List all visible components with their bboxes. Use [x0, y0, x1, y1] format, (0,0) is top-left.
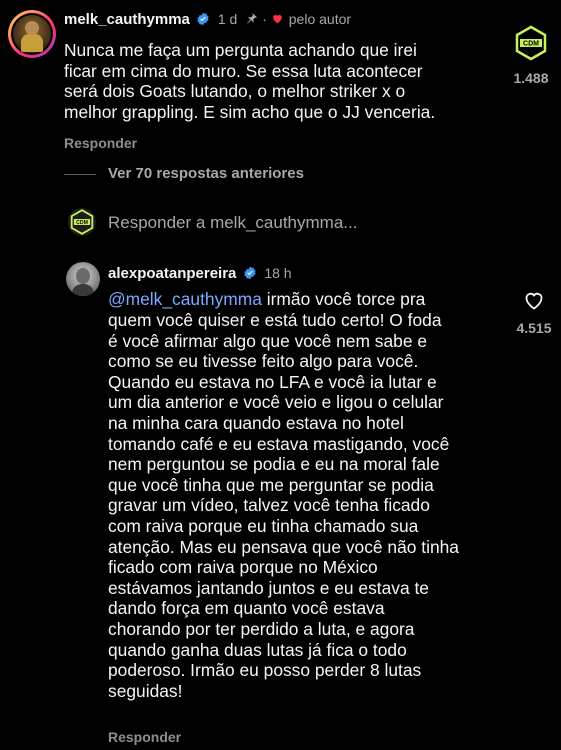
verified-badge-icon [197, 12, 210, 26]
like-count-alex: 4.515 [516, 320, 552, 336]
view-previous-replies[interactable]: Ver 70 respostas anteriores [108, 165, 304, 182]
reply-prompt-input[interactable]: Responder a melk_cauthymma... [108, 213, 357, 233]
reply-button-alex[interactable]: Responder [108, 729, 181, 745]
cdm-logo-small-icon: CDM [70, 209, 94, 235]
mention-link[interactable]: @melk_cauthymma [108, 289, 262, 309]
heart-filled-icon [273, 14, 283, 24]
avatar-melk[interactable] [8, 10, 56, 58]
heart-outline-icon[interactable] [522, 288, 546, 312]
comment-text-alex: quem você quiser e está tudo certo! O fo… [108, 310, 459, 701]
comment-first-line-alex: @melk_cauthymma irmão você torce pra [108, 289, 508, 310]
cdm-logo-icon[interactable]: CDM [512, 24, 550, 62]
comment-time-melk: 1 d [217, 11, 238, 27]
comment-header-alex: alexpoatanpereira 18 h [108, 265, 292, 283]
thread-divider [64, 174, 96, 175]
svg-text:CDM: CDM [76, 220, 88, 226]
comment-header-melk: melk_cauthymma 1 d · pelo autor [64, 11, 352, 28]
cdm-badge-svg: CDM [515, 25, 547, 61]
username-alex[interactable]: alexpoatanpereira [108, 265, 236, 282]
current-user-avatar[interactable]: CDM [68, 208, 96, 236]
liked-by-author-label: pelo autor [288, 11, 352, 27]
comment-text-alex-first: irmão você torce pra [261, 289, 426, 309]
pin-icon [246, 13, 257, 24]
reply-button-melk[interactable]: Responder [64, 135, 137, 151]
avatar-alex[interactable] [66, 262, 100, 296]
verified-badge-icon [244, 266, 256, 280]
like-count-melk: 1.488 [513, 70, 549, 86]
badge-text: CDM [523, 41, 539, 48]
comment-time-alex: 18 h [264, 265, 292, 281]
username-melk[interactable]: melk_cauthymma [64, 11, 190, 28]
comment-text-melk: Nunca me faça um pergunta achando que ir… [64, 40, 436, 122]
